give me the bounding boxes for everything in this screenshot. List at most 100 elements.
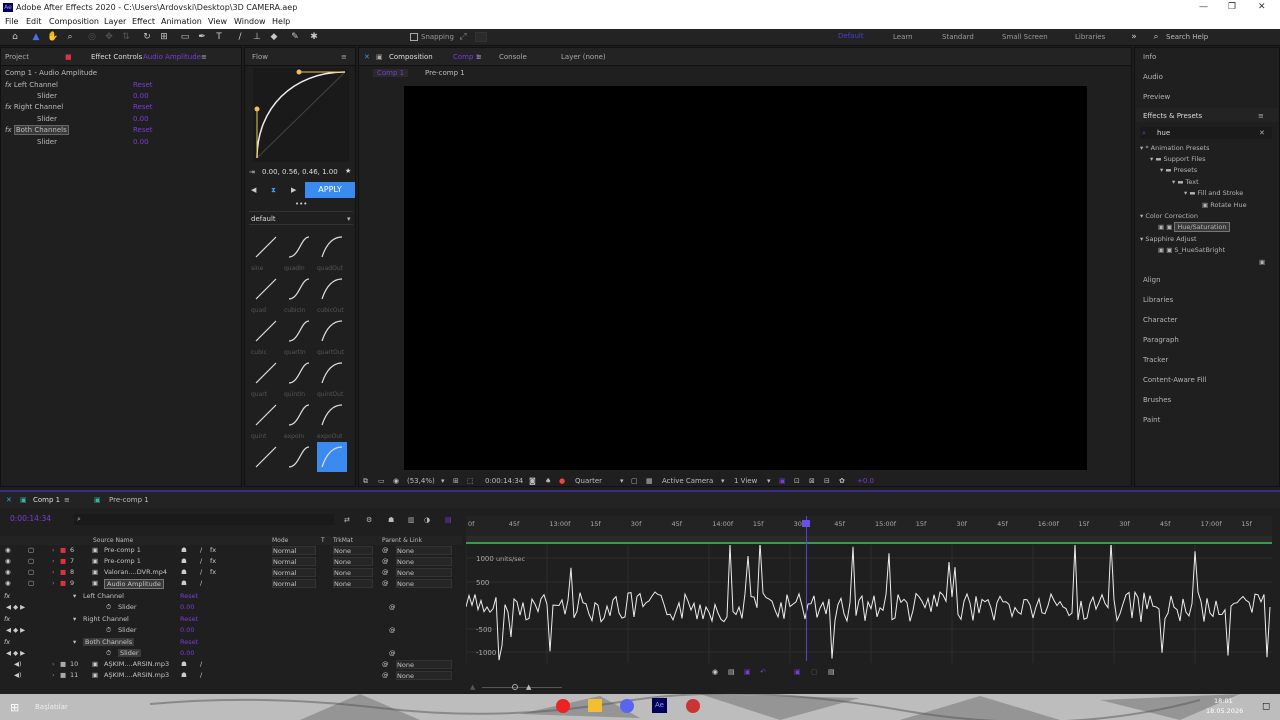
camera-snapshot-icon[interactable]: ◙ <box>529 477 536 485</box>
trkmat-dropdown[interactable]: None <box>333 568 373 577</box>
panel-effects-presets[interactable]: Effects & Presets <box>1143 112 1202 120</box>
panel-tracker[interactable]: Tracker <box>1143 356 1168 364</box>
fx-right-channel[interactable]: fx Right Channel <box>5 103 63 111</box>
graph-editor[interactable]: 1000 500 -500 -1000 units/sec <box>466 545 1272 663</box>
eye-icon[interactable]: ◉ <box>5 568 11 576</box>
menu-help[interactable]: Help <box>272 17 290 26</box>
menu-window[interactable]: Window <box>234 17 266 26</box>
sub-row-4[interactable]: fx ▾ Both Channels Reset <box>0 637 460 648</box>
col-parent-link[interactable]: Parent & Link <box>382 537 422 544</box>
show-snapshot-icon[interactable]: ♠ <box>545 477 551 485</box>
clock-time[interactable]: 18:01 <box>1214 697 1233 705</box>
twirl-icon[interactable]: › <box>52 557 55 565</box>
tab-composition[interactable]: Composition <box>389 53 433 61</box>
label-color-icon[interactable]: ■ <box>60 557 66 565</box>
slider-value[interactable]: 0.00 <box>180 626 194 634</box>
resolution-dropdown[interactable]: Quarter <box>575 477 602 485</box>
mode-dropdown[interactable]: Normal <box>272 579 316 588</box>
prev-icon[interactable]: ◀ <box>251 186 256 194</box>
file-explorer-icon[interactable] <box>588 699 602 712</box>
label-color-icon[interactable]: ■ <box>60 660 66 668</box>
quality-icon[interactable]: / <box>200 671 202 679</box>
breadcrumb-comp[interactable]: Comp 1 <box>373 69 409 77</box>
layer-row-8[interactable]: ◉ ▢ › ■ 8 ▣ Valoran....DVR.mp4 ☗ / fx Normal None @ N… <box>0 567 460 578</box>
camera-dropdown[interactable]: Active Camera <box>662 477 713 485</box>
menu-file[interactable]: File <box>5 17 18 26</box>
tab-precomp-1[interactable]: Pre-comp 1 <box>109 496 149 504</box>
panel-libraries[interactable]: Libraries <box>1143 296 1173 304</box>
close-tab-icon[interactable]: ■ <box>65 53 72 61</box>
slider-value[interactable]: 0.00 <box>133 138 149 146</box>
transparency-icon[interactable]: ▦ <box>646 477 653 485</box>
tab-layer[interactable]: Layer (none) <box>561 53 606 61</box>
snapping-checkbox[interactable] <box>410 33 418 41</box>
stopwatch-icon[interactable]: ⏱ <box>106 603 111 612</box>
fx-toggle-icon[interactable]: fx <box>210 546 216 554</box>
twirl-icon[interactable]: ▾ <box>73 638 76 646</box>
panel-info[interactable]: Info <box>1143 53 1156 61</box>
col-trkmat[interactable]: TrkMat <box>333 537 353 544</box>
home-icon[interactable]: ⌂ <box>9 31 21 43</box>
close-tab-icon[interactable]: ✕ <box>364 53 370 61</box>
pickwhip-icon[interactable]: @ <box>382 671 389 679</box>
discord-icon[interactable] <box>620 699 634 713</box>
keyframe-nav-icon[interactable]: ◀ ◆ ▶ <box>6 626 25 634</box>
lock-icon[interactable]: ▢ <box>28 579 34 587</box>
brush-tool-icon[interactable]: / <box>234 31 246 43</box>
menu-animation[interactable]: Animation <box>161 17 202 26</box>
fit-all-icon[interactable]: ▢ <box>811 668 818 676</box>
opera-icon[interactable] <box>556 699 570 713</box>
tree-fill-stroke[interactable]: ▾ ▬ Fill and Stroke <box>1184 189 1243 197</box>
label-color-icon[interactable]: ■ <box>60 671 66 679</box>
close-tab-icon[interactable]: ✕ <box>6 496 12 504</box>
audio-row-11[interactable]: ◀) › ■ 11 ▣ AŞKIM....ARSIN.mp3 ☗ / @ None <box>0 670 460 681</box>
comp-viewer[interactable] <box>404 86 1087 470</box>
panel-content-aware-fill[interactable]: Content-Aware Fill <box>1143 376 1206 384</box>
rectangle-tool-icon[interactable]: ▭ <box>179 31 191 43</box>
col-mode[interactable]: Mode <box>272 537 288 544</box>
reset-link[interactable]: Reset <box>133 103 153 111</box>
twirl-icon[interactable]: ▾ <box>73 615 76 623</box>
sub-row-2[interactable]: fx ▾ Right Channel Reset <box>0 614 460 625</box>
tree-color-correction[interactable]: ▾ Color Correction <box>1140 212 1198 220</box>
exposure-icon[interactable]: ✿ <box>839 477 845 485</box>
exposure-value[interactable]: +0.0 <box>857 477 874 485</box>
lock-icon[interactable]: ▢ <box>28 546 34 554</box>
shy-icon[interactable]: ☗ <box>181 546 187 554</box>
audio-icon[interactable]: ◀) <box>14 671 22 679</box>
parent-dropdown[interactable]: None <box>396 579 452 588</box>
quality-icon[interactable]: / <box>200 557 202 565</box>
zoom-tool-icon[interactable]: ⌕ <box>64 31 76 43</box>
panel-paint[interactable]: Paint <box>1143 416 1160 424</box>
draft3d-icon[interactable]: ▣ <box>779 477 786 485</box>
sub-row-5[interactable]: ◀ ◆ ▶ ⏱ Slider 0.00 @ <box>0 648 460 659</box>
tree-presets[interactable]: ▾ ▬ Presets <box>1160 166 1197 174</box>
panel-menu-icon[interactable]: ≡ <box>201 53 207 61</box>
reset-link[interactable]: Reset <box>180 638 198 646</box>
tree-hue-saturation[interactable]: ▣ ▣ Hue/Saturation <box>1158 222 1230 232</box>
playhead[interactable] <box>806 516 807 661</box>
quality-icon[interactable]: / <box>200 568 202 576</box>
mode-dropdown[interactable]: Normal <box>272 546 316 555</box>
close-icon[interactable]: ✕ <box>1258 2 1266 12</box>
expression-pickwhip-icon[interactable]: @ <box>389 603 396 611</box>
comp-mini-flowchart-icon[interactable]: ⇄ <box>344 516 350 524</box>
col-source-name[interactable]: Source Name <box>93 537 133 544</box>
color-channel-icon[interactable]: ● <box>559 477 565 485</box>
fx-toggle-icon[interactable]: fx <box>210 557 216 565</box>
trkmat-dropdown[interactable]: None <box>333 579 373 588</box>
puppet-tool-icon[interactable]: ✱ <box>308 31 320 43</box>
parent-dropdown[interactable]: None <box>396 660 452 669</box>
shy-icon[interactable]: ☗ <box>181 660 187 668</box>
pickwhip-icon[interactable]: @ <box>382 579 389 587</box>
slider-value[interactable]: 0.00 <box>180 603 194 611</box>
next-icon[interactable]: ▶ <box>291 186 296 194</box>
notification-icon[interactable]: ◻ <box>1262 701 1270 712</box>
audio-row-10[interactable]: ◀) › ■ 10 ▣ AŞKIM....ARSIN.mp3 ☗ / @ None <box>0 659 460 670</box>
layer-row-7[interactable]: ◉ ▢ › ■ 7 ▣ Pre-comp 1 ☗ / fx Normal None @ None <box>0 556 460 567</box>
pickwhip-icon[interactable]: @ <box>382 568 389 576</box>
tree-rotate-hue[interactable]: ▣ Rotate Hue <box>1202 201 1247 209</box>
ease-preset-5-2[interactable]: expoOut <box>317 433 347 482</box>
flowchart-icon[interactable]: ⊟ <box>824 477 830 485</box>
lock-icon[interactable]: ▢ <box>28 557 34 565</box>
